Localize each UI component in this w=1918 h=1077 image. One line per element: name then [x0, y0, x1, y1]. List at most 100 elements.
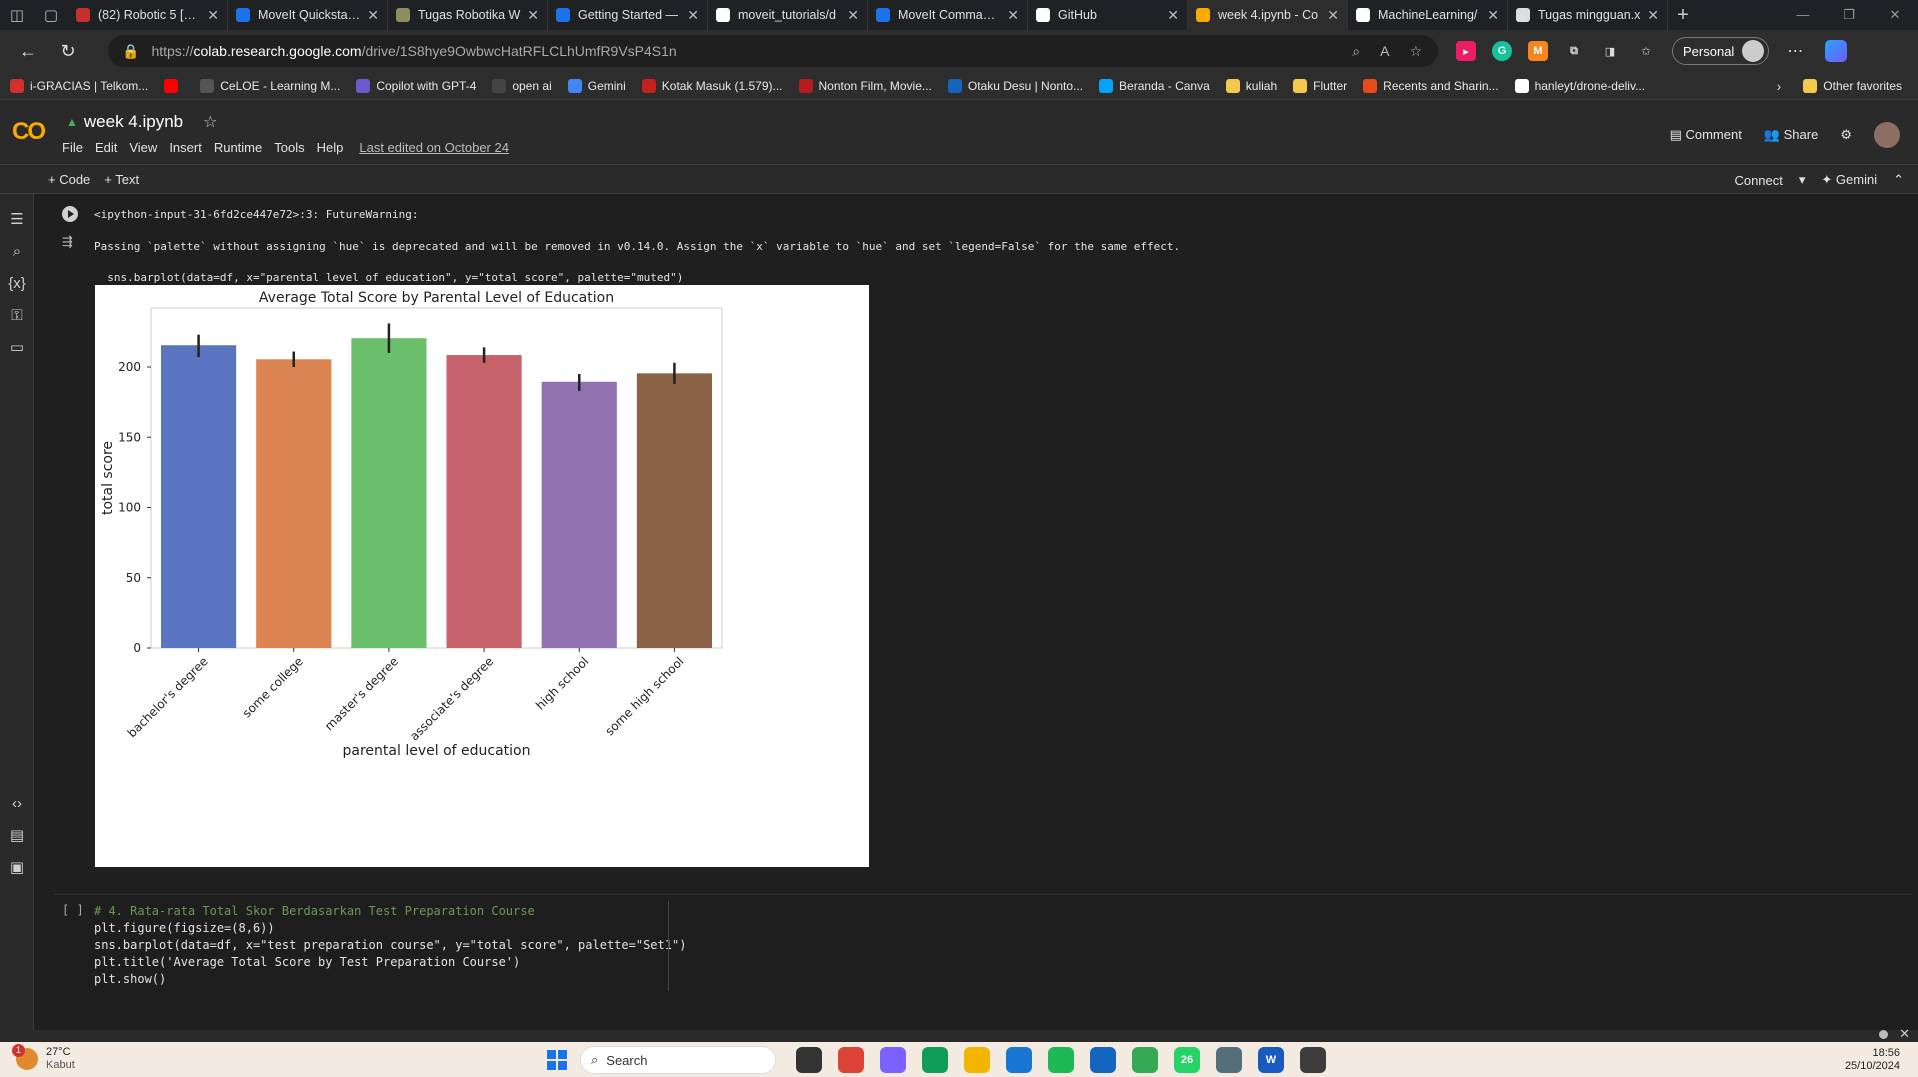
- minimize-icon[interactable]: —: [1780, 7, 1826, 23]
- store-icon[interactable]: [1006, 1047, 1032, 1073]
- taskview-icon[interactable]: [796, 1047, 822, 1073]
- close-tab-icon[interactable]: ✕: [367, 7, 379, 24]
- bookmark-item[interactable]: i-GRACIAS | Telkom...: [10, 78, 148, 93]
- chrome2-icon[interactable]: [1132, 1047, 1158, 1073]
- terminal-icon[interactable]: ▣: [6, 856, 28, 878]
- add-code-button[interactable]: + Code: [48, 172, 90, 187]
- bookmark-item[interactable]: kuliah: [1225, 78, 1277, 93]
- close-tab-icon[interactable]: ✕: [1327, 7, 1339, 24]
- browser-tab[interactable]: Tugas mingguan.x ✕: [1508, 0, 1668, 30]
- profile-button[interactable]: Personal: [1672, 37, 1770, 65]
- chrome-icon[interactable]: [838, 1047, 864, 1073]
- variables-icon[interactable]: {x}: [6, 272, 28, 294]
- search-icon[interactable]: ⌕: [6, 240, 28, 262]
- vscode-icon[interactable]: [1090, 1047, 1116, 1073]
- other-favorites[interactable]: Other favorites: [1803, 78, 1902, 93]
- split-screen-icon[interactable]: ◨: [1600, 41, 1620, 61]
- explorer-icon[interactable]: [964, 1047, 990, 1073]
- menu-item[interactable]: Help: [317, 140, 344, 155]
- code-cell[interactable]: [ ] # 4. Rata-rata Total Skor Berdasarka…: [54, 894, 1912, 998]
- menu-item[interactable]: File: [62, 140, 83, 155]
- settings-gear-icon[interactable]: ⚙: [1840, 127, 1852, 143]
- read-aloud-icon[interactable]: A: [1380, 43, 1389, 60]
- extension-pocket-icon[interactable]: ▸: [1456, 41, 1476, 61]
- bookmark-item[interactable]: Recents and Sharin...: [1363, 78, 1499, 93]
- close-status-icon[interactable]: ✕: [1899, 1026, 1910, 1042]
- sublime-icon[interactable]: [1300, 1047, 1326, 1073]
- output-actions-icon[interactable]: ⇶: [62, 234, 73, 250]
- maximize-icon[interactable]: ❐: [1826, 7, 1872, 23]
- gemini-button[interactable]: ✦ Gemini: [1821, 172, 1877, 188]
- browser-tab[interactable]: GitHub ✕: [1028, 0, 1188, 30]
- close-tab-icon[interactable]: ✕: [1007, 7, 1019, 24]
- menu-item[interactable]: Edit: [95, 140, 117, 155]
- account-avatar[interactable]: [1874, 122, 1900, 148]
- close-tab-icon[interactable]: ✕: [1647, 7, 1659, 24]
- bookmark-item[interactable]: [164, 78, 184, 93]
- bookmark-item[interactable]: Nonton Film, Movie...: [798, 78, 932, 93]
- close-tab-icon[interactable]: ✕: [527, 7, 539, 24]
- tab-actions-icon[interactable]: ▢: [34, 0, 68, 30]
- word-icon[interactable]: W: [1258, 1047, 1284, 1073]
- cell-run-bracket[interactable]: [ ]: [62, 903, 84, 917]
- bookmark-item[interactable]: Kotak Masuk (1.579)...: [641, 78, 783, 93]
- bookmark-item[interactable]: Flutter: [1293, 78, 1347, 93]
- comment-button[interactable]: ▤ Comment: [1670, 127, 1742, 143]
- menu-item[interactable]: View: [129, 140, 157, 155]
- spotify-icon[interactable]: [1048, 1047, 1074, 1073]
- browser-tab[interactable]: moveit_tutorials/d ✕: [708, 0, 868, 30]
- bookmark-item[interactable]: Gemini: [567, 78, 626, 93]
- notebook-title[interactable]: week 4.ipynb: [84, 112, 183, 132]
- browser-tab[interactable]: Tugas Robotika W ✕: [388, 0, 548, 30]
- browser-tab[interactable]: MoveIt Commande ✕: [868, 0, 1028, 30]
- menu-item[interactable]: Runtime: [214, 140, 262, 155]
- settings-icon[interactable]: [1216, 1047, 1242, 1073]
- close-tab-icon[interactable]: ✕: [687, 7, 699, 24]
- notebook-content[interactable]: ⇶ <ipython-input-31-6fd2ce447e72>:3: Fut…: [34, 194, 1918, 1030]
- table-of-contents-icon[interactable]: ☰: [6, 208, 28, 230]
- command-palette-icon[interactable]: ▤: [6, 824, 28, 846]
- weather-widget[interactable]: 1 27°C Kabut: [12, 1044, 75, 1072]
- bookmark-item[interactable]: Otaku Desu | Nonto...: [947, 78, 1083, 93]
- code-snippets-icon[interactable]: ‹›: [6, 792, 28, 814]
- run-cell-icon[interactable]: [62, 206, 78, 222]
- edge-icon[interactable]: [922, 1047, 948, 1073]
- connect-dropdown-icon[interactable]: ▾: [1799, 172, 1806, 188]
- last-edited-link[interactable]: Last edited on October 24: [359, 140, 509, 155]
- close-tab-icon[interactable]: ✕: [1167, 7, 1179, 24]
- star-icon[interactable]: ☆: [203, 112, 217, 132]
- start-windows-icon[interactable]: [544, 1047, 570, 1073]
- new-tab-button[interactable]: +: [1668, 4, 1698, 27]
- bookmark-item[interactable]: CeLOE - Learning M...: [200, 78, 340, 93]
- browser-tab[interactable]: (82) Robotic 5 [202 ✕: [68, 0, 228, 30]
- system-clock[interactable]: 18:56 25/10/2024: [1845, 1047, 1900, 1073]
- extensions-puzzle-icon[interactable]: ⧉: [1564, 41, 1584, 61]
- favorite-star-icon[interactable]: ☆: [1409, 43, 1422, 60]
- copilot-icon[interactable]: [880, 1047, 906, 1073]
- more-menu-icon[interactable]: ⋯: [1787, 41, 1803, 61]
- bookmark-item[interactable]: Copilot with GPT-4: [356, 78, 476, 93]
- connect-button[interactable]: Connect: [1734, 173, 1782, 188]
- secrets-key-icon[interactable]: ⚿: [6, 304, 28, 326]
- code-editor[interactable]: # 4. Rata-rata Total Skor Berdasarkan Te…: [94, 903, 686, 988]
- extension-grammarly-icon[interactable]: G: [1492, 41, 1512, 61]
- share-button[interactable]: 👥 Share: [1764, 127, 1819, 143]
- bookmark-item[interactable]: Beranda - Canva: [1099, 78, 1210, 93]
- close-tab-icon[interactable]: ✕: [847, 7, 859, 24]
- back-icon[interactable]: ←: [8, 41, 48, 62]
- add-text-button[interactable]: + Text: [104, 172, 139, 187]
- reload-icon[interactable]: ↻: [48, 41, 88, 62]
- browser-tab[interactable]: MoveIt Quickstart i ✕: [228, 0, 388, 30]
- collapse-icon[interactable]: ⌃: [1893, 172, 1904, 188]
- colab-logo[interactable]: CO: [12, 118, 46, 146]
- files-folder-icon[interactable]: ▭: [6, 336, 28, 358]
- taskbar-search[interactable]: ⌕ Search: [580, 1046, 776, 1074]
- workspaces-icon[interactable]: ◫: [0, 0, 34, 30]
- copilot-sidebar-icon[interactable]: [1825, 40, 1848, 62]
- close-tab-icon[interactable]: ✕: [1487, 7, 1499, 24]
- whatsapp-icon[interactable]: 26: [1174, 1047, 1200, 1073]
- extension-metamask-icon[interactable]: M: [1528, 41, 1548, 61]
- bookmark-item[interactable]: hanleyt/drone-deliv...: [1514, 78, 1645, 93]
- bookmark-item[interactable]: open ai: [492, 78, 552, 93]
- favorites-icon[interactable]: ✩: [1636, 41, 1656, 61]
